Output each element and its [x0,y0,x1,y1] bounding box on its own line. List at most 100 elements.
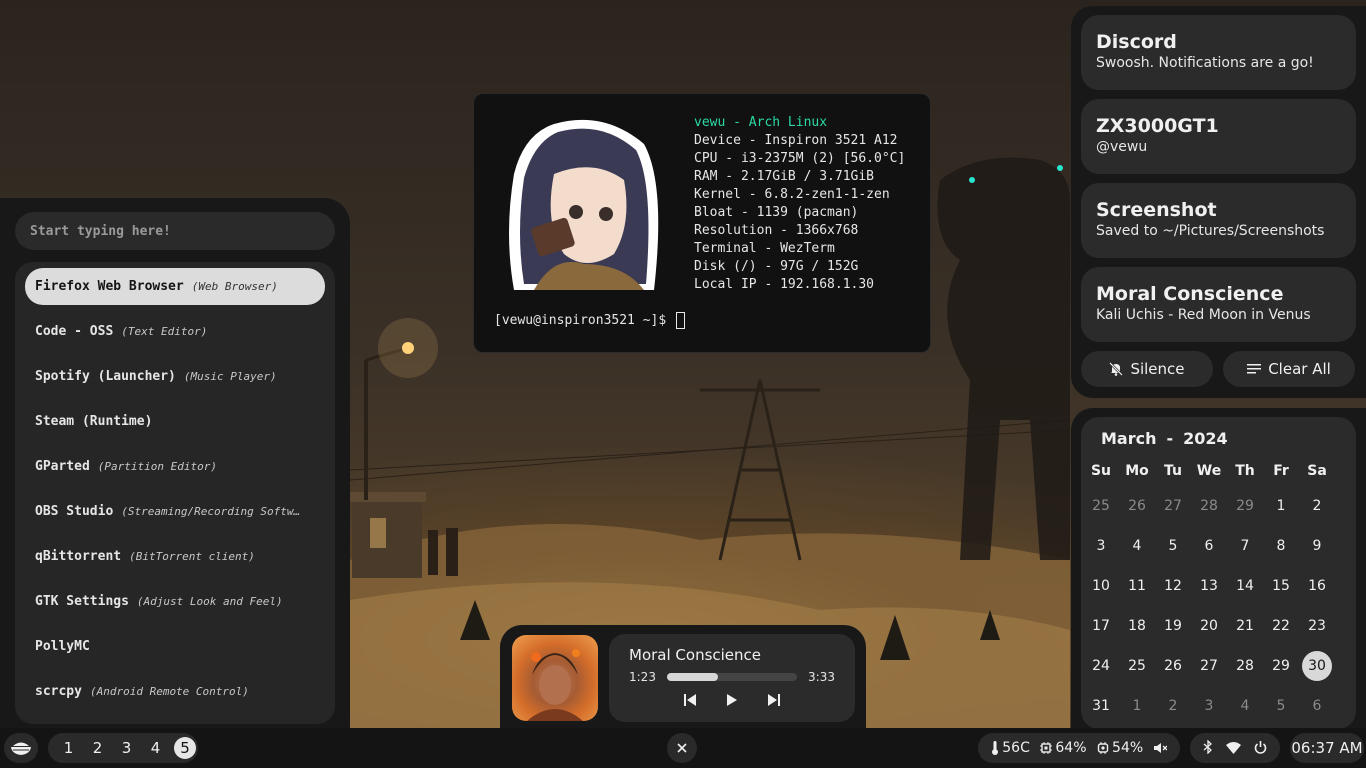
clear-all-label: Clear All [1268,360,1331,378]
calendar-day[interactable]: 8 [1263,531,1299,561]
notification-card[interactable]: Moral Conscience Kali Uchis - Red Moon i… [1081,267,1356,342]
app-item-qbittorrent[interactable]: qBittorrent (BitTorrent client) [25,538,325,575]
app-name: scrcpy [35,684,82,699]
calendar-day[interactable]: 24 [1083,651,1119,681]
volume-muted-button[interactable] [1153,742,1167,754]
close-window-button[interactable] [667,733,697,763]
calendar-day[interactable]: 25 [1119,651,1155,681]
calendar-day[interactable]: 11 [1119,571,1155,601]
workspace-4[interactable]: 4 [141,737,170,759]
app-item-scrcpy[interactable]: scrcpy (Android Remote Control) [25,673,325,710]
app-name: qBittorrent [35,549,122,564]
calendar-day[interactable]: 27 [1191,651,1227,681]
calendar-day[interactable]: 17 [1083,611,1119,641]
notification-card[interactable]: Screenshot Saved to ~/Pictures/Screensho… [1081,183,1356,258]
app-item-gtk-settings[interactable]: GTK Settings (Adjust Look and Feel) [25,583,325,620]
calendar-day[interactable]: 12 [1155,571,1191,601]
calendar-day[interactable]: 6 [1191,531,1227,561]
cpu-stat: 64% [1040,740,1087,756]
taskbar: 12345 56C 64% 54% 06:37 AM [0,728,1366,768]
calendar-day[interactable]: 9 [1299,531,1335,561]
app-name: Steam (Runtime) [35,414,153,429]
calendar-day[interactable]: 14 [1227,571,1263,601]
calendar-day[interactable]: 27 [1155,491,1191,521]
app-name: OBS Studio [35,504,114,519]
calendar-day[interactable]: 4 [1119,531,1155,561]
ram-value: 54% [1112,740,1144,756]
notification-title: Moral Conscience [1096,283,1284,305]
app-item-pollymc[interactable]: PollyMC [25,628,325,665]
calendar-day[interactable]: 2 [1155,691,1191,721]
play-button[interactable] [724,692,740,708]
calendar-day[interactable]: 5 [1263,691,1299,721]
workspace-1[interactable]: 1 [54,737,83,759]
calendar-day[interactable]: 13 [1191,571,1227,601]
power-button[interactable] [1254,739,1267,758]
calendar-day[interactable]: 31 [1083,691,1119,721]
bell-off-icon [1109,362,1124,376]
calendar-day[interactable]: 1 [1119,691,1155,721]
calendar-day[interactable]: 3 [1083,531,1119,561]
bluetooth-button[interactable] [1203,738,1213,758]
app-item-obs-studio[interactable]: OBS Studio (Streaming/Recording Softw… [25,493,325,530]
calendar-day[interactable]: 3 [1191,691,1227,721]
app-item-spotify[interactable]: Spotify (Launcher) (Music Player) [25,358,325,395]
calendar-day[interactable]: 18 [1119,611,1155,641]
calendar-week-row: 17 18 19 20 21 22 23 [1083,606,1354,646]
calendar-day[interactable]: 19 [1155,611,1191,641]
app-description: (Web Browser) [191,280,278,293]
calendar-day[interactable]: 29 [1227,491,1263,521]
ram-stat: 54% [1097,740,1143,756]
calendar-day[interactable]: 22 [1263,611,1299,641]
clock[interactable]: 06:37 AM [1290,733,1364,763]
calendar-day[interactable]: 20 [1191,611,1227,641]
calendar-day[interactable]: 26 [1155,651,1191,681]
workspace-3[interactable]: 3 [112,737,141,759]
progress-slider[interactable] [666,673,798,681]
terminal-window[interactable]: vewu - Arch Linux Device - Inspiron 3521… [473,93,931,353]
next-track-button[interactable] [766,692,782,708]
calendar-day[interactable]: 5 [1155,531,1191,561]
calendar-day[interactable]: 4 [1227,691,1263,721]
calendar-day[interactable]: 29 [1263,651,1299,681]
notification-body: Saved to ~/Pictures/Screenshots [1096,223,1325,239]
weekday-label: Sa [1307,463,1327,479]
calendar-day[interactable]: 15 [1263,571,1299,601]
app-item-firefox[interactable]: Firefox Web Browser (Web Browser) [25,268,325,305]
silence-button[interactable]: Silence [1081,351,1213,387]
calendar-day[interactable]: 21 [1227,611,1263,641]
calendar-day[interactable]: 28 [1191,491,1227,521]
app-item-gparted[interactable]: GParted (Partition Editor) [25,448,325,485]
calendar-day[interactable]: 23 [1299,611,1335,641]
workspace-2[interactable]: 2 [83,737,112,759]
calendar-day[interactable]: 28 [1227,651,1263,681]
play-icon [727,694,737,706]
notification-card[interactable]: ZX3000GT1 @vewu [1081,99,1356,174]
calendar-day[interactable]: 10 [1083,571,1119,601]
fetch-line: RAM - 2.17GiB / 3.71GiB [694,169,875,184]
cpu-value: 64% [1055,740,1087,756]
launcher-button[interactable] [4,733,38,763]
calendar-day[interactable]: 16 [1299,571,1335,601]
weekday-label: Mo [1125,463,1149,479]
wifi-button[interactable] [1225,739,1241,758]
clear-all-button[interactable]: Clear All [1223,351,1355,387]
calendar-day[interactable]: 2 [1299,491,1335,521]
calendar-day-today[interactable]: 30 [1302,651,1332,681]
calendar-day[interactable]: 6 [1299,691,1335,721]
calendar-day[interactable]: 25 [1083,491,1119,521]
app-launcher: Firefox Web Browser (Web Browser) Code -… [0,198,350,728]
workspace-5[interactable]: 5 [174,737,196,759]
app-item-code-oss[interactable]: Code - OSS (Text Editor) [25,313,325,350]
calendar-day[interactable]: 7 [1227,531,1263,561]
calendar-day[interactable]: 1 [1263,491,1299,521]
notification-card[interactable]: Discord Swoosh. Notifications are a go! [1081,15,1356,90]
shell-prompt[interactable]: [vewu@inspiron3521 ~]$ [494,312,686,329]
calendar-day[interactable]: 26 [1119,491,1155,521]
launcher-search-input[interactable] [15,212,335,250]
notification-body: Swoosh. Notifications are a go! [1096,55,1314,71]
app-item-steam[interactable]: Steam (Runtime) [25,403,325,440]
calendar-week-row: 31 1 2 3 4 5 6 [1083,686,1354,726]
notification-body: @vewu [1096,139,1148,155]
previous-track-button[interactable] [682,692,698,708]
